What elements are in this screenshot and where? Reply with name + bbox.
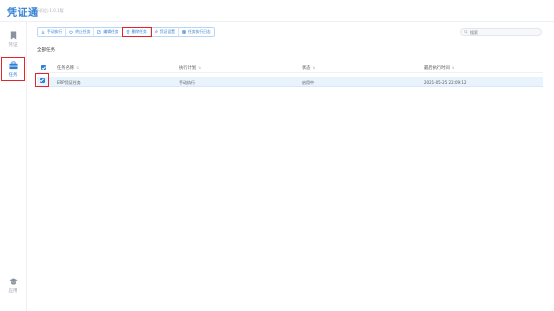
app-title: 凭证通 bbox=[7, 8, 39, 19]
table-header: 任务名称 ⇅ 执行计划 ⇅ 状态 ⇅ 最后执行时间 ⇅ bbox=[37, 62, 543, 73]
sidebar-item-label: 任务 bbox=[8, 73, 18, 78]
sidebar-item-apps[interactable]: 应用 bbox=[2, 274, 24, 296]
delete-task-button[interactable]: 删除任务 bbox=[121, 27, 152, 37]
search-icon bbox=[464, 30, 468, 34]
power-icon bbox=[69, 30, 73, 34]
graduation-cap-icon bbox=[8, 278, 18, 285]
log-icon bbox=[182, 30, 186, 34]
top-bar: 凭证通 折扣后-1.0.1版 bbox=[0, 0, 554, 22]
column-header-label: 状态 bbox=[302, 66, 311, 71]
voucher-settings-label: 凭证设置 bbox=[159, 29, 175, 34]
task-name-cell: ERP凭证任务 bbox=[57, 79, 81, 85]
sidebar-item-voucher[interactable]: 凭证 bbox=[2, 28, 24, 50]
last-run-cell: 2021-05-25 22:09:12 bbox=[424, 79, 467, 85]
sidebar: 凭证 任务 应用 bbox=[0, 22, 27, 311]
sort-icon: ⇅ bbox=[312, 66, 316, 70]
column-header-status[interactable]: 状态 ⇅ bbox=[302, 65, 316, 71]
edit-task-button[interactable]: 编辑任务 bbox=[94, 28, 123, 36]
column-header-label: 任务名称 bbox=[57, 66, 75, 71]
run-manual-label: 手动执行 bbox=[47, 29, 63, 34]
column-header-name[interactable]: 任务名称 ⇅ bbox=[57, 65, 79, 71]
status-cell: 启用中 bbox=[302, 79, 314, 85]
section-title: 全部任务 bbox=[37, 48, 55, 53]
column-header-last-run[interactable]: 最后执行时间 ⇅ bbox=[424, 65, 455, 71]
main-content: 手动执行 终止任务 编辑任务 删除任务 凭证设置 任务执行日志 全部任务 bbox=[28, 22, 554, 311]
delete-task-label: 删除任务 bbox=[131, 29, 147, 34]
sort-icon: ⇅ bbox=[198, 66, 202, 70]
stop-task-button[interactable]: 终止任务 bbox=[66, 28, 95, 36]
bookmark-icon bbox=[10, 31, 16, 40]
row-checkbox[interactable] bbox=[39, 77, 45, 83]
sort-icon: ⇅ bbox=[76, 66, 80, 70]
edit-icon bbox=[97, 30, 101, 34]
task-table: 任务名称 ⇅ 执行计划 ⇅ 状态 ⇅ 最后执行时间 ⇅ ERP凭证任务 手动执行 启用中… bbox=[35, 62, 543, 87]
column-header-label: 执行计划 bbox=[179, 66, 197, 71]
sidebar-item-label: 应用 bbox=[8, 289, 18, 294]
voucher-settings-button[interactable]: 凭证设置 bbox=[151, 28, 179, 36]
task-log-label: 任务执行日志 bbox=[187, 29, 211, 34]
column-header-label: 最后执行时间 bbox=[424, 66, 450, 71]
download-icon bbox=[41, 30, 45, 34]
schedule-cell: 手动执行 bbox=[179, 79, 195, 85]
trash-icon bbox=[126, 30, 129, 34]
sidebar-item-label: 凭证 bbox=[8, 43, 18, 48]
sidebar-item-tasks[interactable]: 任务 bbox=[1, 57, 25, 81]
stop-task-label: 终止任务 bbox=[75, 29, 91, 34]
briefcase-icon bbox=[8, 61, 18, 70]
column-header-schedule[interactable]: 执行计划 ⇅ bbox=[179, 65, 201, 71]
task-log-button[interactable]: 任务执行日志 bbox=[179, 28, 214, 36]
app-version: 折扣后-1.0.1版 bbox=[36, 8, 64, 13]
select-all-checkbox[interactable] bbox=[41, 65, 46, 70]
action-toolbar: 手动执行 终止任务 编辑任务 删除任务 凭证设置 任务执行日志 bbox=[37, 27, 215, 37]
sort-icon: ⇅ bbox=[451, 66, 455, 70]
search-input[interactable] bbox=[470, 29, 536, 35]
edit-task-label: 编辑任务 bbox=[103, 29, 119, 34]
search-box[interactable] bbox=[460, 28, 542, 36]
wrench-icon bbox=[154, 30, 158, 34]
table-row[interactable]: ERP凭证任务 手动执行 启用中 2021-05-25 22:09:12 bbox=[35, 73, 543, 87]
run-manual-button[interactable]: 手动执行 bbox=[38, 28, 67, 36]
